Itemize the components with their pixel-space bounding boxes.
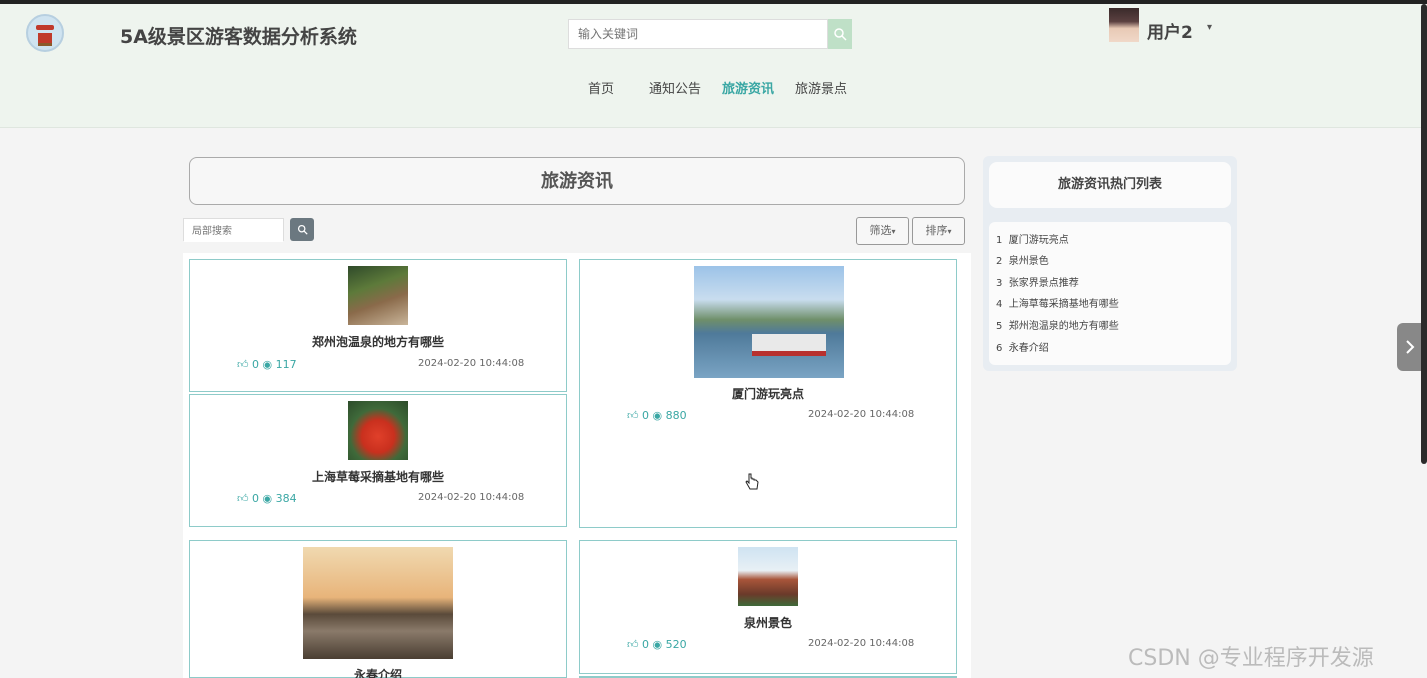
thumb-up-icon[interactable]: 👍︎ (237, 358, 249, 371)
hot-rank: 1 (996, 235, 1003, 246)
sort-button[interactable]: 排序▾ (912, 217, 965, 245)
logo-icon[interactable] (26, 14, 64, 52)
hot-label[interactable]: 永春介绍 (1009, 343, 1049, 354)
hot-list-item[interactable]: 1 厦门游玩亮点 (996, 231, 1069, 246)
like-count: 0 (252, 492, 259, 505)
news-thumbnail[interactable] (348, 401, 408, 460)
view-count: 880 (665, 409, 687, 422)
news-title[interactable]: 永春介绍 (190, 666, 566, 678)
view-count: 384 (275, 492, 297, 505)
thumb-up-icon[interactable]: 👍︎ (627, 638, 639, 651)
chevron-down-icon[interactable]: ▾ (1207, 22, 1212, 33)
search-input[interactable] (569, 20, 827, 48)
local-search-input[interactable] (184, 221, 283, 242)
news-card[interactable]: 上海草莓采摘基地有哪些 👍︎ 0 ◉ 384 2024-02-20 10:44:… (189, 394, 567, 527)
site-title: 5A级景区游客数据分析系统 (120, 26, 357, 48)
like-count: 0 (252, 358, 259, 371)
search-icon (297, 224, 308, 235)
news-stats: 👍︎ 0 ◉ 117 (237, 358, 297, 371)
view-count: 520 (665, 638, 687, 651)
thumb-up-icon[interactable]: 👍︎ (237, 492, 249, 505)
like-count: 0 (642, 409, 649, 422)
local-search-field[interactable] (183, 218, 284, 242)
news-title[interactable]: 泉州景色 (580, 614, 956, 631)
hot-label[interactable]: 上海草莓采摘基地有哪些 (1009, 299, 1119, 310)
hot-list-item[interactable]: 6 永春介绍 (996, 339, 1049, 354)
local-search-button[interactable] (290, 218, 314, 241)
eye-icon: ◉ (262, 358, 273, 371)
page-title: 旅游资讯 (189, 157, 965, 205)
chevron-down-icon: ▾ (891, 227, 896, 236)
news-thumbnail[interactable] (303, 547, 453, 659)
hot-rank: 6 (996, 343, 1003, 354)
username[interactable]: 用户2 (1147, 18, 1193, 43)
site-header: 5A级景区游客数据分析系统 用户2 ▾ 首页 通知公告 旅游资讯 旅游景点 (0, 4, 1427, 128)
hot-rank: 4 (996, 299, 1003, 310)
scrollbar[interactable] (1421, 4, 1427, 464)
news-date: 2024-02-20 10:44:08 (808, 409, 915, 420)
hot-list-item[interactable]: 2 泉州景色 (996, 252, 1049, 267)
news-thumbnail[interactable] (348, 266, 408, 325)
hot-rank: 3 (996, 278, 1003, 289)
hot-list-title: 旅游资讯热门列表 (989, 162, 1231, 208)
news-date: 2024-02-20 10:44:08 (418, 492, 525, 503)
thumb-up-icon[interactable]: 👍︎ (627, 409, 639, 422)
view-count: 117 (275, 358, 297, 371)
hand-cursor-icon (745, 473, 759, 495)
hot-rank: 5 (996, 321, 1003, 332)
news-title[interactable]: 郑州泡温泉的地方有哪些 (190, 333, 566, 350)
eye-icon: ◉ (652, 409, 663, 422)
news-date: 2024-02-20 10:44:08 (418, 358, 525, 369)
hot-list-item[interactable]: 4 上海草莓采摘基地有哪些 (996, 295, 1119, 310)
hot-label[interactable]: 厦门游玩亮点 (1009, 235, 1069, 246)
hot-list-item[interactable]: 3 张家界景点推荐 (996, 274, 1079, 289)
news-stats: 👍︎ 0 ◉ 880 (627, 409, 687, 422)
news-card[interactable]: 厦门游玩亮点 👍︎ 0 ◉ 880 2024-02-20 10:44:08 (579, 259, 957, 528)
news-title[interactable]: 厦门游玩亮点 (580, 385, 956, 402)
avatar[interactable] (1109, 8, 1139, 42)
ferry-illustration (752, 334, 826, 356)
like-count: 0 (642, 638, 649, 651)
news-title[interactable]: 上海草莓采摘基地有哪些 (190, 468, 566, 485)
hot-label[interactable]: 泉州景色 (1009, 256, 1049, 267)
search-icon (834, 28, 847, 41)
news-stats: 👍︎ 0 ◉ 520 (627, 638, 687, 651)
search-button[interactable] (828, 19, 852, 49)
eye-icon: ◉ (262, 492, 273, 505)
hot-list-item[interactable]: 5 郑州泡温泉的地方有哪些 (996, 317, 1119, 332)
nav-notices[interactable]: 通知公告 (649, 78, 701, 97)
hot-label[interactable]: 张家界景点推荐 (1009, 278, 1079, 289)
watermark: CSDN @专业程序开发源 (1128, 646, 1374, 671)
search-field[interactable] (568, 19, 828, 49)
chevron-down-icon: ▾ (947, 227, 952, 236)
sort-label: 排序 (925, 224, 948, 237)
news-thumbnail[interactable] (694, 266, 844, 378)
chevron-right-icon[interactable] (1397, 323, 1423, 371)
nav-travel-news[interactable]: 旅游资讯 (722, 78, 774, 97)
filter-button[interactable]: 筛选▾ (856, 217, 909, 245)
filter-label: 筛选 (869, 224, 892, 237)
hot-rank: 2 (996, 256, 1003, 267)
news-card[interactable]: 永春介绍 (189, 540, 567, 678)
news-date: 2024-02-20 10:44:08 (808, 638, 915, 649)
nav-scenic-spots[interactable]: 旅游景点 (795, 78, 847, 97)
news-card[interactable]: 郑州泡温泉的地方有哪些 👍︎ 0 ◉ 117 2024-02-20 10:44:… (189, 259, 567, 392)
nav-home[interactable]: 首页 (588, 78, 614, 97)
news-thumbnail[interactable] (738, 547, 798, 606)
eye-icon: ◉ (652, 638, 663, 651)
news-stats: 👍︎ 0 ◉ 384 (237, 492, 297, 505)
hot-label[interactable]: 郑州泡温泉的地方有哪些 (1009, 321, 1119, 332)
news-card[interactable]: 泉州景色 👍︎ 0 ◉ 520 2024-02-20 10:44:08 (579, 540, 957, 674)
